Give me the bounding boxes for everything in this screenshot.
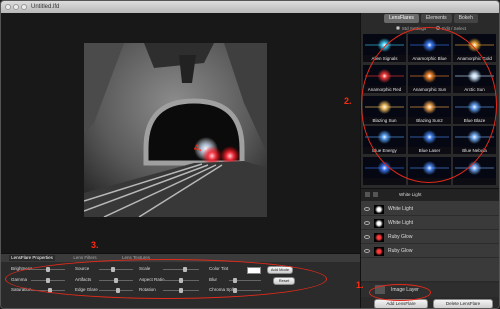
layer-name: Ruby Glow	[388, 234, 413, 240]
tab-bokeh[interactable]: Bokeh	[453, 14, 478, 23]
visibility-eye-icon[interactable]	[364, 235, 370, 239]
list-view-icon[interactable]	[373, 192, 378, 197]
selected-preset-name: White Light	[399, 192, 422, 197]
visibility-eye-icon[interactable]	[364, 249, 370, 253]
tab-lensflare-properties[interactable]: LensFlare Properties	[9, 255, 55, 261]
selected-preset-bar: White Light	[361, 188, 499, 202]
layer-name: White Light	[388, 206, 414, 212]
tunnel-image	[84, 43, 267, 217]
annotation-oval-add-button	[369, 284, 431, 301]
layer-row[interactable]: White Light	[361, 217, 499, 230]
preview-canvas[interactable]: 4.	[1, 13, 360, 253]
annotation-marker-4: 4.	[194, 143, 202, 153]
layer-name: White Light	[388, 220, 414, 226]
layer-row[interactable]: Ruby Glow	[361, 245, 499, 258]
minimize-window-button[interactable]	[13, 4, 19, 10]
layer-thumbnail	[374, 233, 384, 242]
annotation-marker-1: 1.	[356, 280, 364, 290]
radio-dot-on	[395, 26, 400, 30]
app-window: Untitled.lfd 4. LensFlares Elements Boke…	[0, 0, 500, 309]
visibility-eye-icon[interactable]	[364, 221, 370, 225]
annotation-marker-3: 3.	[91, 240, 99, 250]
layer-row[interactable]: Ruby Glow	[361, 231, 499, 244]
tunnel-photo[interactable]	[84, 43, 267, 217]
visibility-eye-icon[interactable]	[364, 207, 370, 211]
preset-name	[363, 178, 406, 186]
preset-name	[453, 178, 496, 186]
annotation-oval-properties	[5, 259, 327, 299]
tab-lensflares[interactable]: LensFlares	[384, 14, 419, 23]
grid-view-icon[interactable]	[365, 192, 370, 197]
annotation-marker-2: 2.	[344, 96, 352, 106]
zoom-window-button[interactable]	[21, 4, 27, 10]
layer-thumbnail	[374, 205, 384, 214]
layer-name: Ruby Glow	[388, 248, 413, 254]
window-title: Untitled.lfd	[31, 4, 60, 10]
layer-list: White Light White Light Ruby Glow Ruby Glow	[361, 201, 499, 281]
tab-elements[interactable]: Elements	[420, 14, 452, 23]
layer-thumbnail	[374, 219, 384, 228]
layer-thumbnail	[374, 247, 384, 256]
layer-row[interactable]: White Light	[361, 203, 499, 216]
close-window-button[interactable]	[5, 4, 11, 10]
annotation-oval-presets	[361, 27, 497, 183]
delete-lensflare-button[interactable]: Delete LensFlare	[433, 299, 493, 308]
